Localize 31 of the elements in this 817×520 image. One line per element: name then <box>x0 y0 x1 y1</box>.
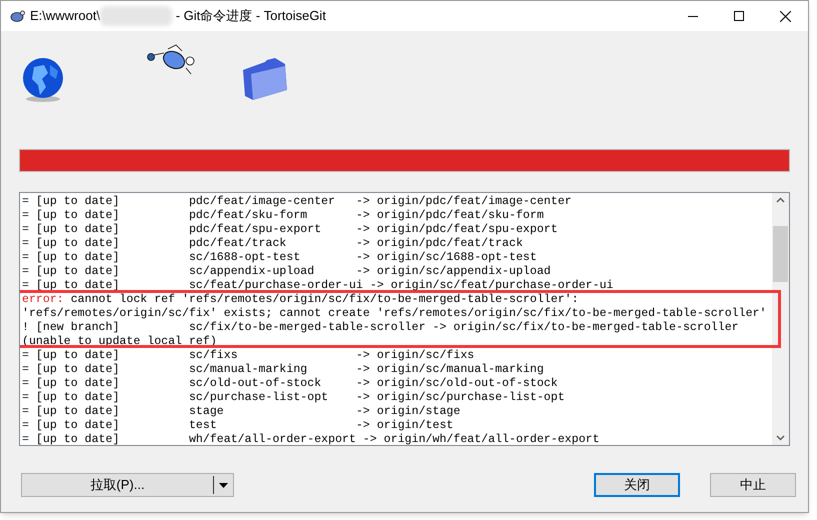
log-line: = [up to date] sc/1688-opt-test -> origin/sc/1688-opt-test <box>22 251 537 265</box>
turtle-icon <box>9 9 25 23</box>
log-line: = [up to date] pdc/feat/sku-form -> origin/pdc/feat/sku-form <box>22 209 544 223</box>
log-line: = [up to date] pdc/feat/spu-export -> origin/pdc/feat/spu-export <box>22 223 558 237</box>
globe-icon <box>20 57 66 103</box>
log-line: = [up to date] wh/feat/all-order-export -> origin/wh/feat/all-order-export <box>22 433 600 445</box>
log-line: = [up to date] sc/fixs -> origin/sc/fixs <box>22 349 474 363</box>
error-line: error: cannot lock ref 'refs/remotes/origin/sc/fix/to-be-merged-table-scroller': <box>22 293 579 307</box>
log-line: = [up to date] sc/manual-marking -> origin/sc/manual-marking <box>22 363 544 377</box>
pull-split-button[interactable]: 拉取(P)... <box>21 473 234 497</box>
scrollbar[interactable] <box>772 193 789 445</box>
log-line: = [up to date] pdc/feat/image-center -> origin/pdc/feat/image-center <box>22 195 572 209</box>
log-line: (unable to update local ref) <box>22 335 217 349</box>
abort-button[interactable]: 中止 <box>710 473 796 497</box>
close-button[interactable]: 关闭 <box>594 473 680 497</box>
log-line: = [up to date] stage -> origin/stage <box>22 405 460 419</box>
window-title: E:\wwwroot\ <box>30 7 100 26</box>
scroll-up-icon[interactable] <box>776 197 785 203</box>
log-line: = [up to date] sc/purchase-list-opt -> origin/sc/purchase-list-opt <box>22 391 565 405</box>
log-line: = [up to date] sc/appendix-upload -> origin/sc/appendix-upload <box>22 265 551 279</box>
log-line: = [up to date] sc/feat/purchase-order-ui -> origin/sc/feat/purchase-order-ui <box>22 279 614 293</box>
log-line: = [up to date] sc/old-out-of-stock -> origin/sc/old-out-of-stock <box>22 377 558 391</box>
scroll-down-icon[interactable] <box>776 435 785 441</box>
log-line: 'refs/remotes/origin/sc/fix' exists; cannot create 'refs/remotes/origin/sc/fix/to-be-merged-table-scroller' <box>22 307 766 321</box>
window-title: - Git命令进度 - TortoiseGit <box>174 7 326 26</box>
log-line: = [up to date] test -> origin/test <box>22 419 454 433</box>
log-line: ! [new branch] sc/fix/to-be-merged-table-scroller -> origin/sc/fix/to-be-merged-table-scroller <box>22 321 739 335</box>
log-line: = [up to date] pdc/feat/track -> origin/pdc/feat/track <box>22 237 523 251</box>
dropdown-arrow-icon[interactable] <box>219 482 228 488</box>
scroll-thumb[interactable] <box>773 226 788 282</box>
folder-icon <box>241 56 289 102</box>
